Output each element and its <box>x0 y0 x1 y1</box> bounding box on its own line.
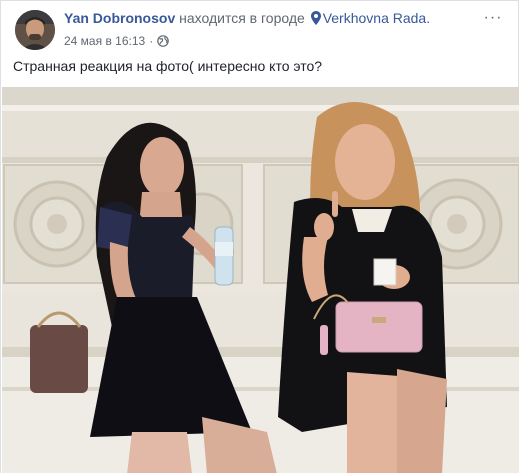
post-photo[interactable] <box>2 87 519 473</box>
separator-dot: · <box>149 34 154 48</box>
feed-post: Yan Dobronosov находится в городе Verkho… <box>0 0 519 473</box>
avatar-image <box>15 10 55 50</box>
location-action-text: находится в городе <box>179 10 305 26</box>
post-header: Yan Dobronosov находится в городе Verkho… <box>13 9 510 51</box>
post-title-line: Yan Dobronosov находится в городе Verkho… <box>64 9 470 30</box>
location-link[interactable]: Verkhovna Rada. <box>323 10 430 26</box>
more-options-icon[interactable]: ··· <box>482 10 504 29</box>
post-text: Странная реакция на фото( интересно кто … <box>13 58 323 74</box>
pin-icon <box>310 11 321 30</box>
globe-icon[interactable] <box>157 35 169 51</box>
author-avatar[interactable] <box>15 10 55 50</box>
photo-image <box>2 87 519 473</box>
author-name-link[interactable]: Yan Dobronosov <box>64 10 175 26</box>
post-subtitle-line: 24 мая в 16:13 · <box>64 33 470 51</box>
post-meta: Yan Dobronosov находится в городе Verkho… <box>64 9 470 51</box>
post-timestamp-link[interactable]: 24 мая в 16:13 <box>64 34 145 48</box>
